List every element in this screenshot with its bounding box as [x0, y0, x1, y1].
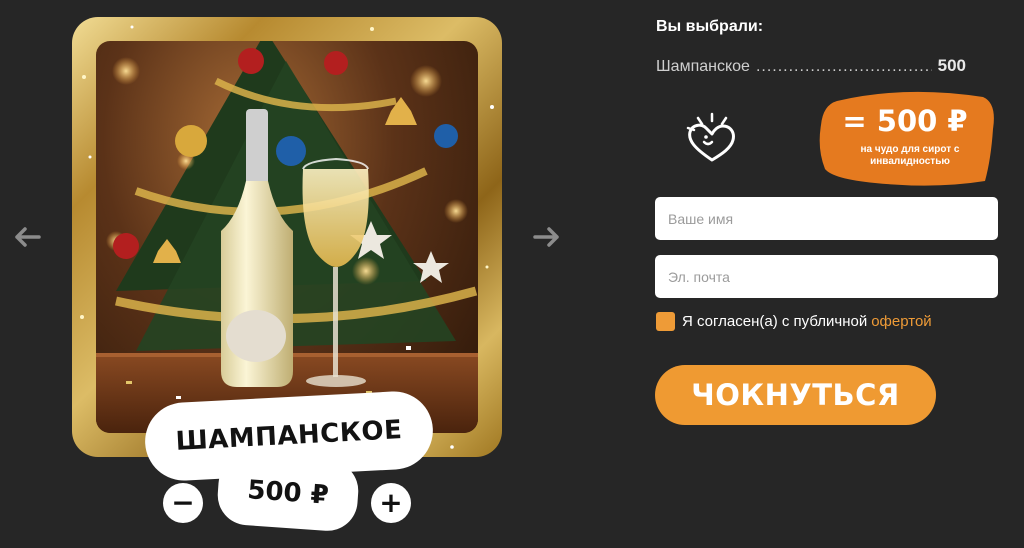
agreement-checkbox[interactable] [656, 312, 675, 331]
product-price: 500 ₽ [246, 475, 330, 511]
arrow-right-icon [533, 227, 559, 247]
champagne-photo [96, 41, 478, 433]
product-title: ШАМПАНСКОЕ [174, 415, 404, 457]
prev-arrow-button[interactable] [12, 222, 42, 252]
minus-icon: − [171, 486, 195, 519]
heart-sparkle-icon [686, 112, 735, 162]
charity-note: на чудо для сирот с инвалидностью [860, 144, 960, 167]
selection-item-value: 500 [937, 56, 966, 75]
product-card-frame [72, 17, 502, 457]
name-input[interactable] [655, 197, 998, 240]
next-arrow-button[interactable] [532, 222, 562, 252]
plus-icon: + [379, 486, 403, 519]
selection-heading: Вы выбрали: [656, 18, 764, 35]
product-price-badge: 500 ₽ [215, 453, 361, 533]
dot-leader [756, 58, 932, 76]
offer-link[interactable]: офертой [871, 313, 931, 330]
submit-button[interactable]: ЧОКНУТЬСЯ [655, 365, 936, 425]
champagne-illustration [96, 41, 478, 433]
arrow-left-icon [15, 227, 41, 247]
selection-item-name: Шампанское [656, 58, 750, 75]
selection-summary-row: Шампанское 500 [656, 56, 966, 76]
agreement-row: Я согласен(а) с публичной офертой [656, 312, 932, 331]
charity-amount: = 500 ₽ [842, 104, 968, 138]
quantity-minus-button[interactable]: − [163, 483, 203, 523]
agreement-text: Я согласен(а) с публичной [682, 313, 868, 330]
quantity-plus-button[interactable]: + [371, 483, 411, 523]
email-input[interactable] [655, 255, 998, 298]
